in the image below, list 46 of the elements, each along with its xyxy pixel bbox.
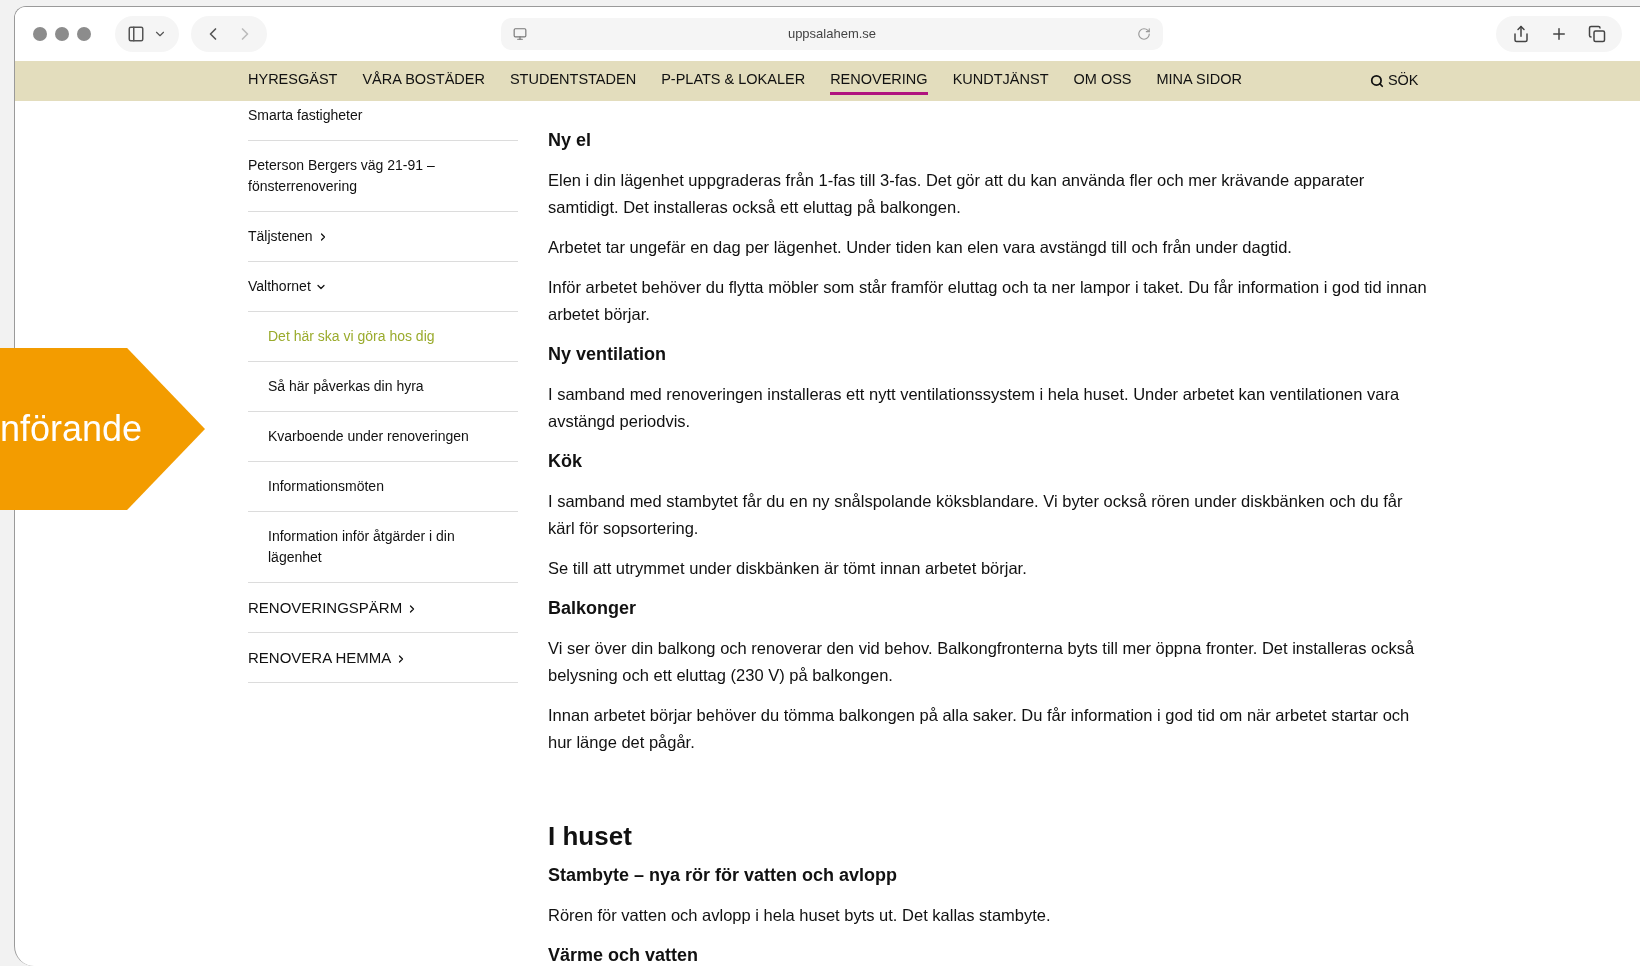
search-link[interactable]: SÖK	[1369, 70, 1419, 92]
body-paragraph: I samband med stambytet får du en ny snålspolande köksblandare. Vi byter också rören under diskbänken och du får kärl för sopsortering.	[548, 491, 1404, 539]
sidebar-toggle-button[interactable]	[115, 16, 179, 52]
nav-link[interactable]: OM OSS	[1073, 66, 1132, 96]
subsection-heading: Balkonger	[548, 597, 638, 620]
nav-link[interactable]: RENOVERING	[830, 66, 928, 96]
sidebar-link[interactable]: Informationsmöten	[268, 476, 488, 497]
section-heading: I huset	[548, 820, 633, 853]
share-icon[interactable]	[1512, 25, 1530, 43]
nav-link[interactable]: VÅRA BOSTÄDER	[362, 66, 485, 96]
page-icon	[513, 27, 527, 41]
nav-link[interactable]: KUNDTJÄNST	[952, 66, 1049, 96]
body-paragraph: Inför arbetet behöver du flytta möbler som står framför eluttag och ta ner lampor i taket. Du får information i god tid innan arbetet börjar.	[548, 277, 1428, 325]
subsection-heading: Stambyte – nya rör för vatten och avlopp	[548, 864, 899, 887]
sidebar-link[interactable]: Peterson Bergers väg 21-91 – fönsterrenovering	[248, 155, 488, 197]
nav-link[interactable]: P-PLATS & LOKALER	[661, 66, 806, 96]
address-bar[interactable]: uppsalahem.se	[501, 18, 1163, 50]
body-paragraph: Vi ser över din balkong och renoverar den vid behov. Balkongfronterna byts till mer öppna fronter. Det installeras också belysning och ett eluttag (230 V) på balkongen.	[548, 638, 1416, 686]
nav-link[interactable]: HYRESGÄST	[248, 66, 338, 96]
body-paragraph: Se till att utrymmet under diskbänken är tömt innan arbetet börjar.	[548, 558, 1028, 579]
sidebar-link[interactable]: Smarta fastigheter	[248, 105, 488, 126]
body-paragraph: Elen i din lägenhet uppgraderas från 1-fas till 3-fas. Det gör att du kan använda fler och mer krävande apparater samtidigt. Det installeras också ett eluttag på balkongen.	[548, 170, 1366, 218]
sidebar-link[interactable]: Information inför åtgärder i din lägenhet	[268, 526, 488, 568]
sidebar-link[interactable]: Valthornet	[248, 276, 488, 297]
search-icon	[1369, 74, 1384, 88]
sidebar-icon	[127, 25, 145, 43]
tabs-icon[interactable]	[1588, 25, 1606, 43]
sidebar-link[interactable]: Täljstenen	[248, 226, 488, 247]
reload-icon[interactable]	[1137, 27, 1151, 41]
sidebar-link[interactable]: RENOVERINGSPÄRM	[248, 597, 488, 618]
body-paragraph: Arbetet tar ungefär en dag per lägenhet. Under tiden kan elen vara avstängd till och från under dagtid.	[548, 237, 1293, 258]
subsection-heading: Ny ventilation	[548, 343, 668, 366]
nav-link[interactable]: MINA SIDOR	[1156, 66, 1242, 96]
callout-text: nförande	[0, 409, 143, 449]
plus-icon[interactable]	[1550, 25, 1568, 43]
body-paragraph: Innan arbetet börjar behöver du tömma balkongen på alla saker. Du får information i god tid om när arbetet startar och hur länge det pågår.	[548, 705, 1411, 753]
body-paragraph: Rören för vatten och avlopp i hela huset byts ut. Det kallas stambyte.	[548, 905, 1052, 926]
sidebar-link[interactable]: Kvarboende under renoveringen	[268, 426, 488, 447]
subsection-heading: Värme och vatten	[548, 944, 700, 966]
subsection-heading: Ny el	[548, 129, 593, 152]
url-text: uppsalahem.se	[786, 25, 878, 44]
nav-link[interactable]: STUDENTSTADEN	[509, 66, 637, 96]
subsection-heading: Kök	[548, 450, 583, 473]
sidebar-link[interactable]: RENOVERA HEMMA	[248, 647, 488, 668]
body-paragraph: I samband med renoveringen installeras ett nytt ventilationssystem i hela huset. Under arbetet kan ventilationen vara avstängd periodvis.	[548, 384, 1401, 432]
sidebar-link[interactable]: Så här påverkas din hyra	[268, 376, 488, 397]
